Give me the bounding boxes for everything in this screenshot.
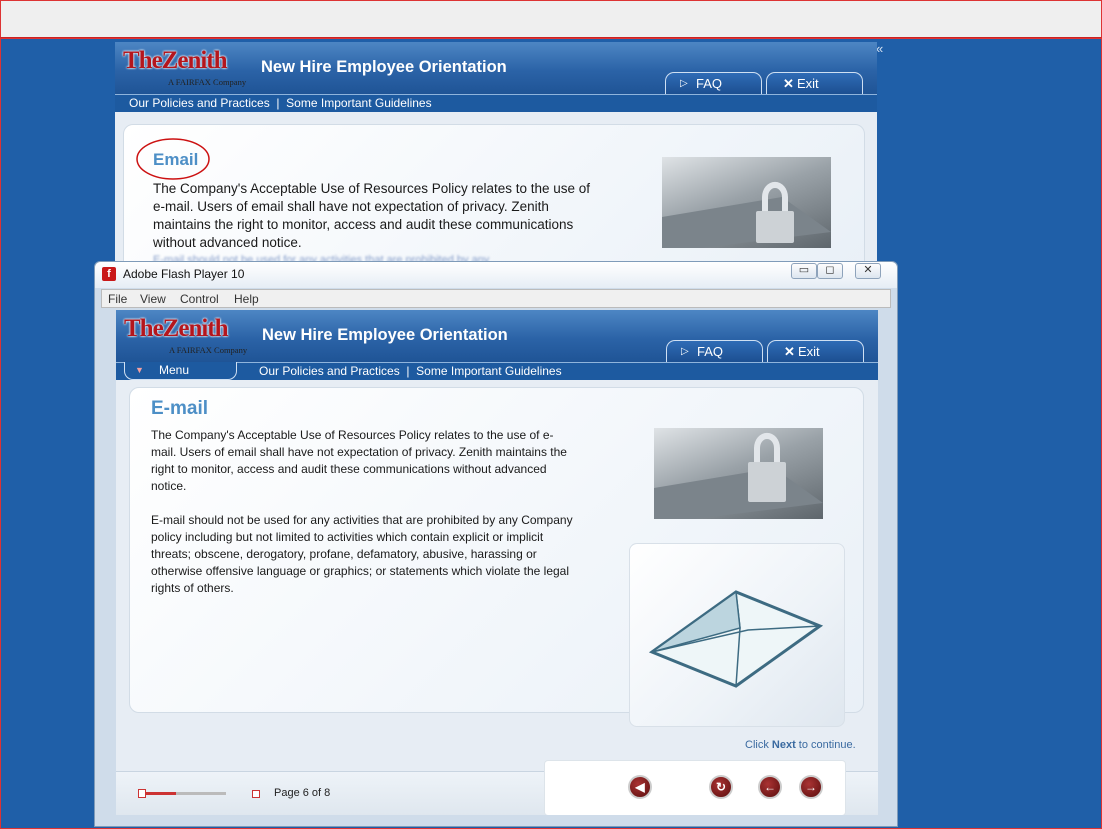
menu-help[interactable]: Help [234, 291, 259, 308]
laptop-lock-photo [662, 157, 831, 248]
laptop-lock-photo [654, 428, 823, 519]
course-title: New Hire Employee Orientation [262, 326, 508, 344]
speaker-icon: ◀ [635, 780, 645, 794]
envelope-card [629, 543, 845, 727]
collapse-icon[interactable]: « [876, 42, 890, 56]
faq-button[interactable]: ▷ FAQ [665, 72, 762, 94]
envelope-icon [648, 590, 824, 688]
course-header: TheZenith A FAIRFAX Company New Hire Emp… [116, 310, 878, 362]
continue-next-word: Next [771, 739, 796, 751]
flash-logo-icon: f [102, 267, 116, 281]
replay-icon: ↻ [715, 780, 727, 794]
continue-suffix: to continue. [795, 739, 856, 751]
progress-slider[interactable] [138, 789, 226, 798]
menu-control[interactable]: Control [180, 291, 219, 308]
window-titlebar[interactable]: f Adobe Flash Player 10 ▭ ◻ ✕ [95, 262, 897, 288]
menu-view[interactable]: View [140, 291, 166, 308]
exit-button[interactable]: ✕ Exit [767, 340, 864, 362]
course-player: TheZenith A FAIRFAX Company New Hire Emp… [116, 310, 878, 815]
menu-bar: File View Control Help [101, 289, 891, 308]
close-icon: ✕ [783, 76, 794, 91]
next-button[interactable]: → [799, 775, 823, 799]
breadcrumb: Our Policies and Practices | Some Import… [259, 364, 562, 378]
exit-label: Exit [798, 344, 820, 359]
section-paragraph: The Company's Acceptable Use of Resource… [153, 181, 591, 250]
close-window-button[interactable]: ✕ [855, 263, 881, 279]
zenith-logo: TheZenith A FAIRFAX Company [123, 47, 263, 91]
replay-button[interactable]: ↻ [709, 775, 733, 799]
audio-button[interactable]: ◀ [628, 775, 652, 799]
exit-label: Exit [797, 76, 819, 91]
faq-label: FAQ [697, 344, 724, 359]
section-heading: Email [153, 150, 199, 169]
padlock-icon [662, 181, 831, 248]
continue-hint: Click Next to continue. [745, 739, 856, 751]
menu-file[interactable]: File [108, 291, 127, 308]
exit-button[interactable]: ✕ Exit [766, 72, 863, 94]
paragraph-prohibited-use: E-mail should not be used for any activi… [151, 513, 573, 595]
arrow-left-icon: ← [764, 780, 776, 794]
background-course-window: TheZenith A FAIRFAX Company New Hire Emp… [115, 42, 877, 262]
padlock-icon [654, 432, 823, 519]
course-title: New Hire Employee Orientation [261, 58, 507, 76]
player-controls-bar: Page 6 of 8 ◀ ↻ ← → [116, 760, 878, 815]
page-indicator: Page 6 of 8 [274, 787, 331, 799]
breadcrumb: Our Policies and Practices | Some Import… [129, 96, 432, 110]
logo-tagline: A FAIRFAX Company [169, 345, 248, 355]
paragraph-privacy: The Company's Acceptable Use of Resource… [151, 428, 567, 493]
logo-wordmark: TheZenith [123, 47, 228, 74]
progress-handle[interactable] [138, 789, 146, 798]
window-title: Adobe Flash Player 10 [123, 267, 245, 281]
logo-wordmark: TheZenith [124, 315, 229, 342]
logo-tagline: A FAIRFAX Company [168, 77, 247, 87]
play-icon: ▷ [681, 346, 689, 357]
play-icon: ▷ [680, 78, 688, 89]
browser-top-bar [0, 0, 1102, 38]
page-marker-icon [252, 790, 260, 798]
minimize-button[interactable]: ▭ [791, 263, 817, 279]
section-heading: E-mail [151, 398, 209, 419]
flash-player-window: f Adobe Flash Player 10 ▭ ◻ ✕ File View … [94, 261, 898, 827]
maximize-button[interactable]: ◻ [817, 263, 843, 279]
course-header: TheZenith A FAIRFAX Company New Hire Emp… [115, 42, 877, 94]
zenith-logo: TheZenith A FAIRFAX Company [124, 315, 264, 359]
menu-label: Menu [159, 363, 190, 377]
back-button[interactable]: ← [758, 775, 782, 799]
caret-down-icon: ▼ [135, 365, 144, 375]
menu-toggle[interactable]: ▼ Menu [124, 362, 237, 380]
continue-prefix: Click [745, 739, 772, 751]
faq-button[interactable]: ▷ FAQ [666, 340, 763, 362]
arrow-right-icon: → [805, 780, 817, 794]
breadcrumb-bar: Our Policies and Practices | Some Import… [115, 94, 877, 112]
faq-label: FAQ [696, 76, 723, 91]
close-icon: ✕ [784, 344, 795, 359]
